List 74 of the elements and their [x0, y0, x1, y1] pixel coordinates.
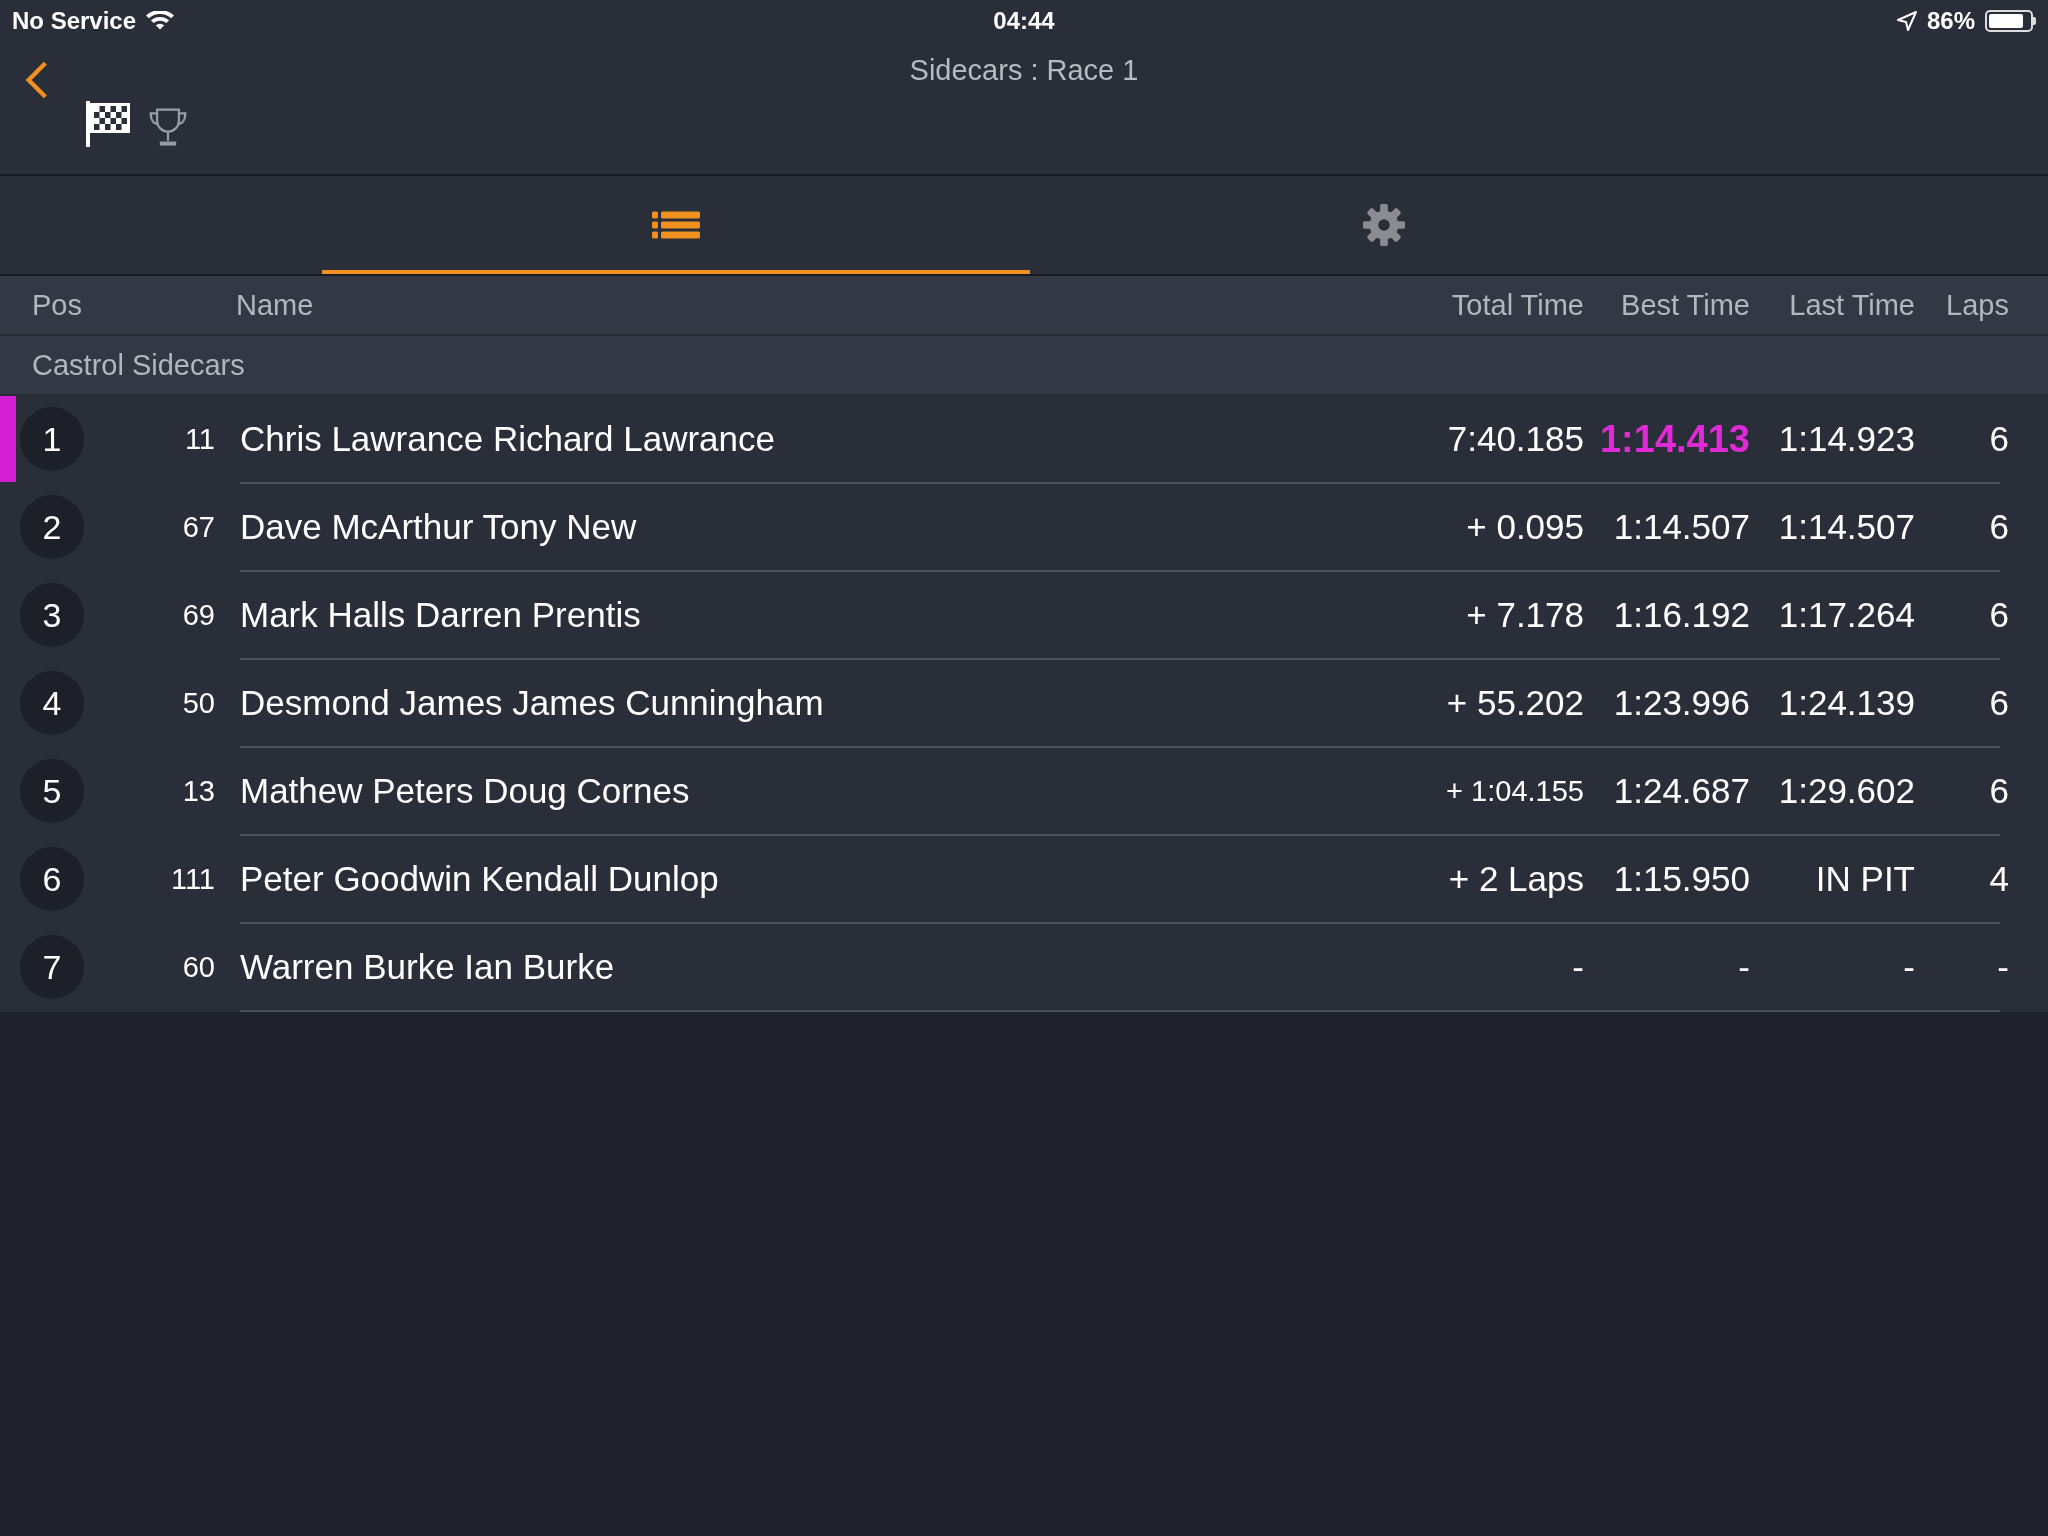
race-number: 111: [169, 862, 215, 896]
race-number: 67: [181, 510, 215, 544]
rider-names: Mark Halls Darren Prentis: [240, 595, 642, 635]
rider-names: Warren Burke Ian Burke: [240, 947, 616, 987]
best-time: 1:24.687: [1612, 771, 1750, 811]
race-number: 11: [183, 422, 215, 456]
race-number: 13: [181, 774, 215, 808]
rider-names: Desmond James James Cunningham: [240, 683, 825, 723]
race-number: 60: [181, 950, 215, 984]
last-time: 1:24.139: [1777, 683, 1915, 723]
column-header: Last Time: [1788, 288, 1915, 322]
best-time: 1:15.950: [1612, 859, 1750, 899]
laps-count: 6: [1988, 683, 2009, 723]
race-number: 69: [181, 598, 215, 632]
best-time: 1:14.507: [1612, 507, 1750, 547]
table-row[interactable]: 5 13 Mathew Peters Doug Cornes + 1:04.155 1:24.687 1:29.602 6: [0, 748, 2048, 836]
total-time: 7:40.185: [1446, 419, 1584, 459]
battery-percent-text: 86%: [1926, 7, 1975, 35]
position-badge: 2: [20, 495, 84, 559]
position-badge: 4: [20, 671, 84, 735]
laps-count: 6: [1988, 771, 2009, 811]
column-header: Pos: [31, 288, 83, 322]
position-badge: 1: [20, 407, 84, 471]
total-time: + 55.202: [1445, 683, 1584, 723]
best-time: -: [1737, 947, 1750, 987]
last-time: IN PIT: [1814, 859, 1915, 899]
table-row[interactable]: 1 11 Chris Lawrance Richard Lawrance 7:40.185 1:14.413 1:14.923 6: [0, 396, 2048, 484]
table-row[interactable]: 3 69 Mark Halls Darren Prentis + 7.178 1:16.192 1:17.264 6: [0, 572, 2048, 660]
laps-count: -: [1996, 947, 2009, 987]
last-time: 1:29.602: [1777, 771, 1915, 811]
table-row[interactable]: 6 111 Peter Goodwin Kendall Dunlop + 2 Laps 1:15.950 IN PIT 4: [0, 836, 2048, 924]
last-time: -: [1902, 947, 1915, 987]
position-badge: 3: [20, 583, 84, 647]
flag-icon[interactable]: [86, 100, 130, 148]
clock-text: 04:44: [993, 7, 1055, 35]
table-row[interactable]: 4 50 Desmond James James Cunningham + 55.202 1:23.996 1:24.139 6: [0, 660, 2048, 748]
last-time: 1:14.923: [1777, 419, 1915, 459]
best-time: 1:16.192: [1612, 595, 1750, 635]
laps-count: 6: [1988, 419, 2009, 459]
total-time: + 0.095: [1465, 507, 1584, 547]
column-header: Name: [236, 288, 315, 322]
trophy-icon[interactable]: [148, 106, 188, 148]
column-header: Laps: [1945, 288, 2009, 322]
location-arrow-icon: [1896, 11, 1917, 31]
position-badge: 6: [20, 847, 84, 911]
last-time: 1:14.507: [1777, 507, 1915, 547]
rider-names: Dave McArthur Tony New: [240, 507, 638, 547]
wifi-icon: [146, 11, 175, 31]
battery-icon: [1985, 10, 2036, 32]
laps-count: 6: [1988, 595, 2009, 635]
total-time: + 2 Laps: [1447, 859, 1584, 899]
settings-icon: [1362, 203, 1406, 247]
race-number: 50: [181, 686, 215, 720]
best-time: 1:14.413: [1599, 417, 1750, 461]
total-time: + 7.178: [1465, 595, 1584, 635]
rider-names: Chris Lawrance Richard Lawrance: [240, 419, 776, 459]
table-row[interactable]: 2 67 Dave McArthur Tony New + 0.095 1:14.507 1:14.507 6: [0, 484, 2048, 572]
last-time: 1:17.264: [1777, 595, 1915, 635]
laps-count: 4: [1988, 859, 2009, 899]
laps-count: 6: [1988, 507, 2009, 547]
best-time: 1:23.996: [1612, 683, 1750, 723]
list-icon: [652, 211, 700, 239]
position-badge: 7: [20, 935, 84, 999]
carrier-text: No Service: [12, 7, 137, 35]
total-time: + 1:04.155: [1445, 774, 1584, 808]
column-header: Best Time: [1620, 288, 1750, 322]
column-header: Total Time: [1450, 288, 1584, 322]
position-badge: 5: [20, 759, 84, 823]
rider-names: Mathew Peters Doug Cornes: [240, 771, 691, 811]
total-time: -: [1571, 947, 1584, 987]
screen-title: Sidecars : Race 1: [909, 53, 1139, 87]
rider-names: Peter Goodwin Kendall Dunlop: [240, 859, 720, 899]
group-title: Castrol Sidecars: [32, 348, 245, 382]
table-row[interactable]: 7 60 Warren Burke Ian Burke - - - -: [0, 924, 2048, 1012]
